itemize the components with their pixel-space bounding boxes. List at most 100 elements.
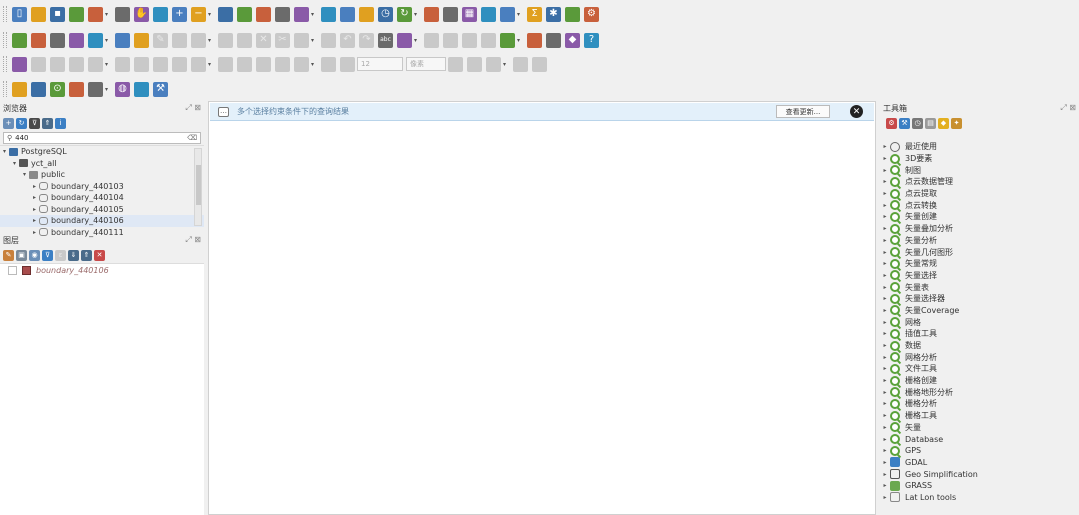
- collapsed-arrow-icon[interactable]: ▸: [880, 354, 890, 361]
- expanded-arrow-icon[interactable]: ▾: [20, 171, 29, 178]
- toolbox-group[interactable]: ▸ 栅格工具: [880, 410, 1079, 422]
- field-calculator-icon[interactable]: [500, 6, 515, 22]
- message-action-button[interactable]: 查看更新...: [776, 105, 830, 118]
- collapsed-arrow-icon[interactable]: ▸: [880, 424, 890, 431]
- toolbox-group[interactable]: ▸ 网格分析: [880, 351, 1079, 363]
- toolbox-group[interactable]: ▸ 网格: [880, 316, 1079, 328]
- zoom-layer-icon[interactable]: [256, 6, 271, 22]
- toolbar-handle[interactable]: [3, 6, 7, 22]
- results-icon[interactable]: ▤: [925, 117, 936, 129]
- collapsed-arrow-icon[interactable]: ▸: [880, 237, 890, 244]
- collapsed-arrow-icon[interactable]: ▸: [30, 183, 39, 190]
- zoom-out-icon[interactable]: −: [191, 6, 206, 22]
- dropdown-arrow-icon[interactable]: ▾: [517, 37, 523, 44]
- toolbox-group[interactable]: ▸ 栅格地形分析: [880, 386, 1079, 398]
- identify-icon[interactable]: ⊙: [50, 81, 65, 97]
- zoom-selection-icon[interactable]: [237, 6, 252, 22]
- settings-icon[interactable]: ⚙: [584, 6, 599, 22]
- toolbox-group[interactable]: ▸ 矢量分析: [880, 235, 1079, 247]
- toolbox-group[interactable]: ▸ 最近使用: [880, 141, 1079, 153]
- collapsed-arrow-icon[interactable]: ▸: [880, 284, 890, 291]
- vertex-icon[interactable]: [218, 32, 233, 48]
- ring-icon[interactable]: [256, 56, 271, 72]
- statistics-icon[interactable]: ▦: [462, 6, 477, 22]
- browser-tree-item[interactable]: ▾ PostgreSQL: [0, 146, 204, 158]
- highlight-icon[interactable]: [397, 32, 412, 48]
- show-bookmarks-icon[interactable]: [359, 6, 374, 22]
- toolbox-group[interactable]: ▸ GRASS: [880, 480, 1079, 492]
- toolbox-group[interactable]: ▸ 矢量: [880, 422, 1079, 434]
- layer-item[interactable]: boundary_440106: [0, 264, 204, 277]
- collapsed-arrow-icon[interactable]: ▸: [880, 412, 890, 419]
- python-script-icon[interactable]: ⚒: [899, 117, 910, 129]
- dropdown-arrow-icon[interactable]: ▾: [105, 11, 111, 18]
- collapsed-arrow-icon[interactable]: ▸: [880, 167, 890, 174]
- browser-tree-item[interactable]: ▾ yct_all: [0, 158, 204, 170]
- collapsed-arrow-icon[interactable]: ▸: [880, 330, 890, 337]
- history-icon[interactable]: ◷: [912, 117, 923, 129]
- toolbox-group[interactable]: ▸ 栅格创建: [880, 375, 1079, 387]
- merge-icon[interactable]: [172, 56, 187, 72]
- toolbox-group[interactable]: ▸ 矢量叠加分析: [880, 223, 1079, 235]
- pan-to-selection-icon[interactable]: [153, 6, 168, 22]
- label-rotate-icon[interactable]: [462, 32, 477, 48]
- collapsed-arrow-icon[interactable]: ▸: [880, 178, 890, 185]
- zoom-full-icon[interactable]: [218, 6, 233, 22]
- measure-icon[interactable]: [481, 6, 496, 22]
- collapsed-arrow-icon[interactable]: ▸: [880, 295, 890, 302]
- toolbox-group[interactable]: ▸ 3D要素: [880, 153, 1079, 165]
- style-icon[interactable]: ✎: [3, 249, 14, 261]
- reshape-icon[interactable]: [191, 56, 206, 72]
- add-mesh-icon[interactable]: [115, 32, 130, 48]
- delete-icon[interactable]: ✕: [256, 32, 271, 48]
- close-message-icon[interactable]: ✕: [850, 105, 863, 118]
- collapsed-arrow-icon[interactable]: ▸: [880, 155, 890, 162]
- db-manager-icon[interactable]: [500, 32, 515, 48]
- clear-search-icon[interactable]: ⌫: [187, 134, 197, 142]
- browser-tree-item[interactable]: ▸ boundary_440103: [0, 181, 204, 193]
- map-canvas[interactable]: … 多个选择约束条件下的查询结果 查看更新... ✕: [208, 101, 876, 515]
- toolbox-group[interactable]: ▸ Lat Lon tools: [880, 492, 1079, 504]
- toolbox-group[interactable]: ▸ 矢量选择: [880, 270, 1079, 282]
- browser-search-input[interactable]: ⚲ 440 ⌫: [3, 132, 201, 144]
- save-edits-icon[interactable]: [237, 32, 252, 48]
- collapse-all-icon[interactable]: ⇑: [81, 249, 92, 261]
- collapsed-arrow-icon[interactable]: ▸: [880, 459, 890, 466]
- label-change-icon[interactable]: [481, 32, 496, 48]
- add-delimited-icon[interactable]: [69, 32, 84, 48]
- expand-all-icon[interactable]: ⇓: [68, 249, 79, 261]
- collapsed-arrow-icon[interactable]: ▸: [880, 213, 890, 220]
- units-select[interactable]: 像素: [406, 57, 446, 71]
- metasearch-icon[interactable]: [527, 32, 542, 48]
- snap-icon[interactable]: [294, 56, 309, 72]
- temporal-icon[interactable]: ◷: [378, 6, 393, 22]
- dropdown-arrow-icon[interactable]: ▾: [311, 37, 317, 44]
- browser-scrollbar[interactable]: [194, 148, 202, 226]
- toolbox-group[interactable]: ▸ 点云转换: [880, 199, 1079, 211]
- style-manager-icon[interactable]: [115, 6, 130, 22]
- collapsed-arrow-icon[interactable]: ▸: [880, 447, 890, 454]
- add-group-icon[interactable]: ▣: [16, 249, 27, 261]
- browser-float-close[interactable]: ⤢ ⊠: [185, 103, 201, 113]
- edit-pencil-icon[interactable]: ✎: [153, 32, 168, 48]
- undo-icon[interactable]: ↶: [340, 32, 355, 48]
- collapsed-arrow-icon[interactable]: ▸: [880, 494, 890, 501]
- collapsed-arrow-icon[interactable]: ▸: [880, 225, 890, 232]
- dropdown-arrow-icon[interactable]: ▾: [414, 11, 420, 18]
- browser-tree-item[interactable]: ▾ public: [0, 169, 204, 181]
- simplify-icon[interactable]: [237, 56, 252, 72]
- toolbox-group[interactable]: ▸ Geo Simplification: [880, 468, 1079, 480]
- paste-icon[interactable]: [321, 32, 336, 48]
- expanded-arrow-icon[interactable]: ▾: [0, 148, 9, 155]
- collapsed-arrow-icon[interactable]: ▸: [880, 377, 890, 384]
- info-icon[interactable]: i: [55, 117, 66, 129]
- toolbox-group[interactable]: ▸ GDAL: [880, 457, 1079, 469]
- open-project-icon[interactable]: [31, 6, 46, 22]
- toolbox-group[interactable]: ▸ 矢量表: [880, 281, 1079, 293]
- toolbox-group[interactable]: ▸ 制图: [880, 164, 1079, 176]
- attribute-table-icon[interactable]: [443, 6, 458, 22]
- toolbar-handle[interactable]: [3, 56, 7, 72]
- pan-icon[interactable]: ✋: [134, 6, 149, 22]
- new-project-icon[interactable]: ▯: [12, 6, 27, 22]
- toolbox-group[interactable]: ▸ 点云提取: [880, 188, 1079, 200]
